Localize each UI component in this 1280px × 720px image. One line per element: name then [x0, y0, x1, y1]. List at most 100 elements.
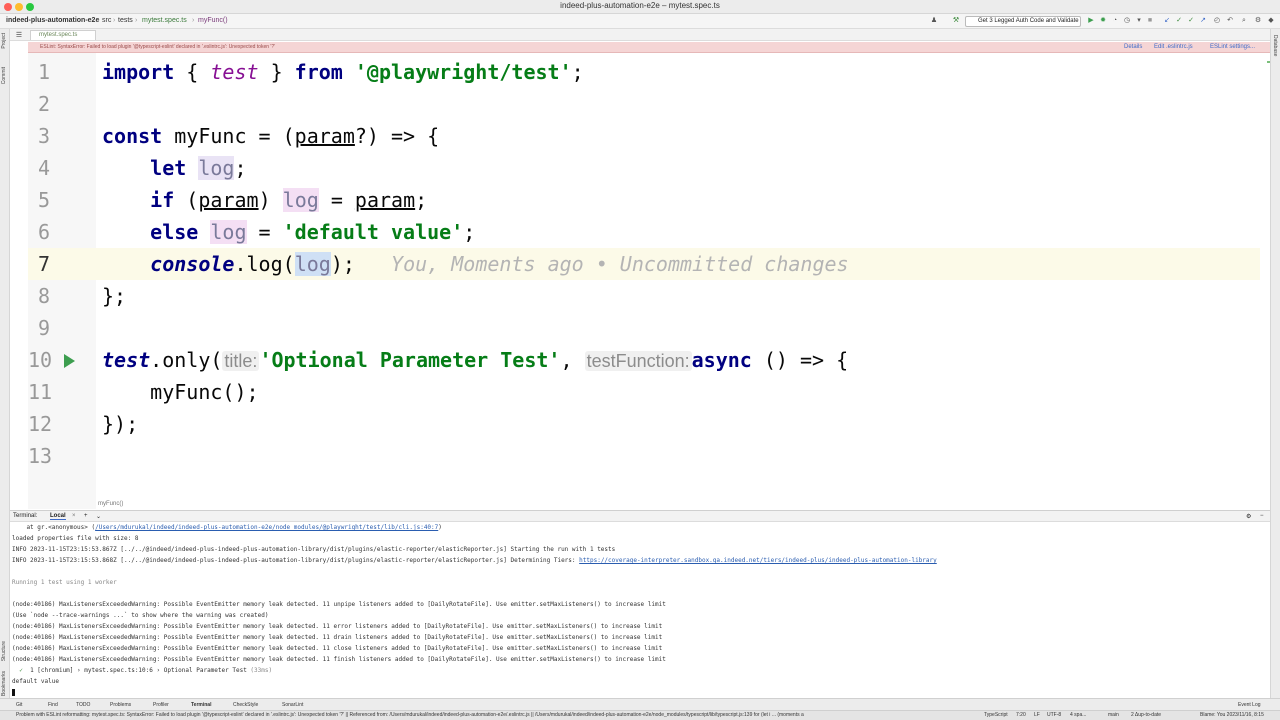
status-caret-position[interactable]: 7:20	[1016, 711, 1026, 720]
line-number: 3	[37, 124, 50, 148]
terminal-line: at gr.<anonymous> (/Users/mdurukal/indee…	[12, 524, 442, 531]
chevron-down-icon[interactable]: ⌄	[96, 513, 101, 520]
terminal-title: Terminal:	[13, 513, 38, 519]
navigation-bar: indeed-plus-automation-e2e › src › tests…	[0, 14, 1280, 29]
code-text: const myFunc = (param?) => {	[102, 124, 440, 148]
vcs-commit-icon[interactable]: ✓	[1175, 17, 1183, 25]
profile-icon[interactable]: ◷	[1123, 17, 1131, 25]
eslint-error-banner: ESLint: SyntaxError: Failed to load plug…	[28, 42, 1270, 53]
code-editor[interactable]: 1 import { test } from '@playwright/test…	[28, 53, 1270, 509]
database-tool-button[interactable]: Database	[1272, 35, 1278, 56]
terminal-line: default value	[12, 678, 59, 685]
structure-tool-button[interactable]: Structure	[1, 641, 7, 661]
ide-logo-icon[interactable]: ◆	[1267, 17, 1275, 25]
tab-list-icon[interactable]: ☰	[15, 31, 23, 39]
terminal-line: INFO 2023-11-15T23:15:53.867Z [../../@in…	[12, 546, 616, 553]
status-language[interactable]: TypeScript	[984, 711, 1008, 720]
bookmarks-tool-button[interactable]: Bookmarks	[1, 671, 7, 696]
breadcrumb-project[interactable]: indeed-plus-automation-e2e	[6, 17, 99, 24]
code-text: test.only(title: 'Optional Parameter Test…	[102, 348, 849, 372]
hide-panel-icon[interactable]: −	[1260, 513, 1264, 519]
terminal-tab-local[interactable]: Local	[50, 513, 66, 520]
status-message[interactable]: Problem with ESLint reformatting: mytest…	[16, 711, 976, 720]
terminal-link: https://coverage-interpreter.sandbox.qa.…	[579, 557, 937, 564]
breadcrumb-file[interactable]: mytest.spec.ts	[142, 17, 187, 24]
code-text: import { test } from '@playwright/test';	[102, 60, 584, 84]
code-line: 2	[28, 88, 1260, 120]
user-icon[interactable]: ♟	[930, 17, 938, 25]
tab-mytest-spec[interactable]: mytest.spec.ts	[30, 30, 96, 40]
breadcrumb-function[interactable]: myFunc()	[198, 17, 228, 24]
breadcrumb-tests[interactable]: tests	[118, 17, 133, 24]
terminal-tool-button[interactable]: Terminal	[191, 702, 211, 708]
run-configuration-select[interactable]: Get 3 Legged Auth Code and Validate	[965, 16, 1081, 27]
project-tool-button[interactable]: Project	[1, 33, 7, 49]
settings-icon[interactable]: ⚙	[1254, 17, 1262, 25]
debug-icon[interactable]: ✹	[1099, 17, 1107, 25]
rollback-icon[interactable]: ↶	[1226, 17, 1234, 25]
vcs-push-icon[interactable]: ✓	[1187, 17, 1195, 25]
inspection-ok-icon[interactable]	[1267, 61, 1270, 63]
problems-tool-button[interactable]: Problems	[110, 702, 131, 708]
window-title: indeed-plus-automation-e2e – mytest.spec…	[560, 1, 720, 10]
details-link[interactable]: Details	[1124, 42, 1142, 52]
todo-tool-button[interactable]: TODO	[76, 702, 90, 708]
code-line: 9	[28, 312, 1260, 344]
parameter-hint-title: title:	[222, 351, 260, 371]
breadcrumb-separator: ›	[113, 17, 116, 24]
line-number: 11	[28, 380, 53, 404]
code-line: 1 import { test } from '@playwright/test…	[28, 56, 1260, 88]
terminal-link: /Users/mdurukal/indeed/indeed-plus-autom…	[95, 524, 439, 531]
coverage-icon[interactable]: ◔	[1111, 17, 1119, 25]
vcs-update-icon[interactable]: ↙	[1163, 17, 1171, 25]
code-line: 4 let log;	[28, 152, 1260, 184]
run-test-gutter-icon[interactable]	[64, 354, 75, 368]
search-icon[interactable]: ⌕	[1240, 17, 1248, 25]
more-run-icon[interactable]: ▾	[1135, 17, 1143, 25]
terminal-line: ✓ 1 [chromium] › mytest.spec.ts:10:6 › O…	[12, 667, 273, 674]
event-log-button[interactable]: Event Log	[1238, 702, 1261, 708]
commit-tool-button[interactable]: Commit	[1, 67, 7, 84]
history-icon[interactable]: ◴	[1213, 17, 1221, 25]
breadcrumb-separator: ›	[135, 17, 138, 24]
checkstyle-tool-button[interactable]: CheckStyle	[233, 702, 258, 708]
terminal-cursor	[12, 689, 15, 696]
code-text: };	[102, 284, 127, 308]
code-line: 10 test.only(title: 'Optional Parameter T…	[28, 344, 1260, 376]
gear-icon[interactable]: ⚙	[1246, 513, 1251, 520]
hammer-icon[interactable]: ⚒	[952, 17, 960, 25]
vcs-pull-icon[interactable]: ↗	[1199, 17, 1207, 25]
breadcrumb-separator: ›	[192, 17, 195, 24]
status-vcs-state[interactable]: 2 Δup-to-date	[1131, 711, 1161, 720]
code-line-current: 7 console.log(log); You, Moments ago • U…	[28, 248, 1260, 280]
status-encoding[interactable]: UTF-8	[1047, 711, 1061, 720]
breadcrumb-separator: ›	[97, 17, 100, 24]
status-git-branch[interactable]: main	[1108, 711, 1119, 720]
status-indent[interactable]: 4 spa...	[1070, 711, 1086, 720]
git-tool-button[interactable]: Git	[16, 702, 22, 708]
status-blame[interactable]: Blame: You 2023/11/16, 8:15	[1200, 711, 1264, 720]
line-number: 12	[28, 412, 53, 436]
profiler-tool-button[interactable]: Profiler	[153, 702, 169, 708]
terminal-line: (node:40186) MaxListenersExceededWarning…	[12, 601, 666, 608]
editor-breadcrumb[interactable]: myFunc()	[98, 501, 123, 507]
terminal-line: (node:40186) MaxListenersExceededWarning…	[12, 645, 663, 652]
eslint-settings-link[interactable]: ESLint settings...	[1210, 42, 1255, 52]
line-number: 5	[37, 188, 50, 212]
terminal-line: (node:40186) MaxListenersExceededWarning…	[12, 656, 666, 663]
status-line-separator[interactable]: LF	[1034, 711, 1040, 720]
sonarlint-tool-button[interactable]: SonarLint	[282, 702, 303, 708]
terminal-line: loaded properties file with size: 8	[12, 535, 139, 542]
terminal-output[interactable]: at gr.<anonymous> (/Users/mdurukal/indee…	[10, 522, 1270, 698]
edit-eslintrc-link[interactable]: Edit .eslintrc.js	[1154, 42, 1193, 52]
new-tab-icon[interactable]: +	[84, 513, 88, 519]
run-icon[interactable]: ▶	[1087, 17, 1095, 25]
breadcrumb-src[interactable]: src	[102, 17, 111, 24]
terminal-line: (node:40186) MaxListenersExceededWarning…	[12, 634, 663, 641]
close-icon[interactable]: ×	[72, 513, 76, 519]
line-number: 8	[37, 284, 50, 308]
terminal-header: Terminal: Local × + ⌄ ⚙ −	[10, 510, 1270, 522]
stop-icon[interactable]: ■	[1146, 17, 1154, 25]
find-tool-button[interactable]: Find	[48, 702, 58, 708]
code-text: });	[102, 412, 139, 436]
